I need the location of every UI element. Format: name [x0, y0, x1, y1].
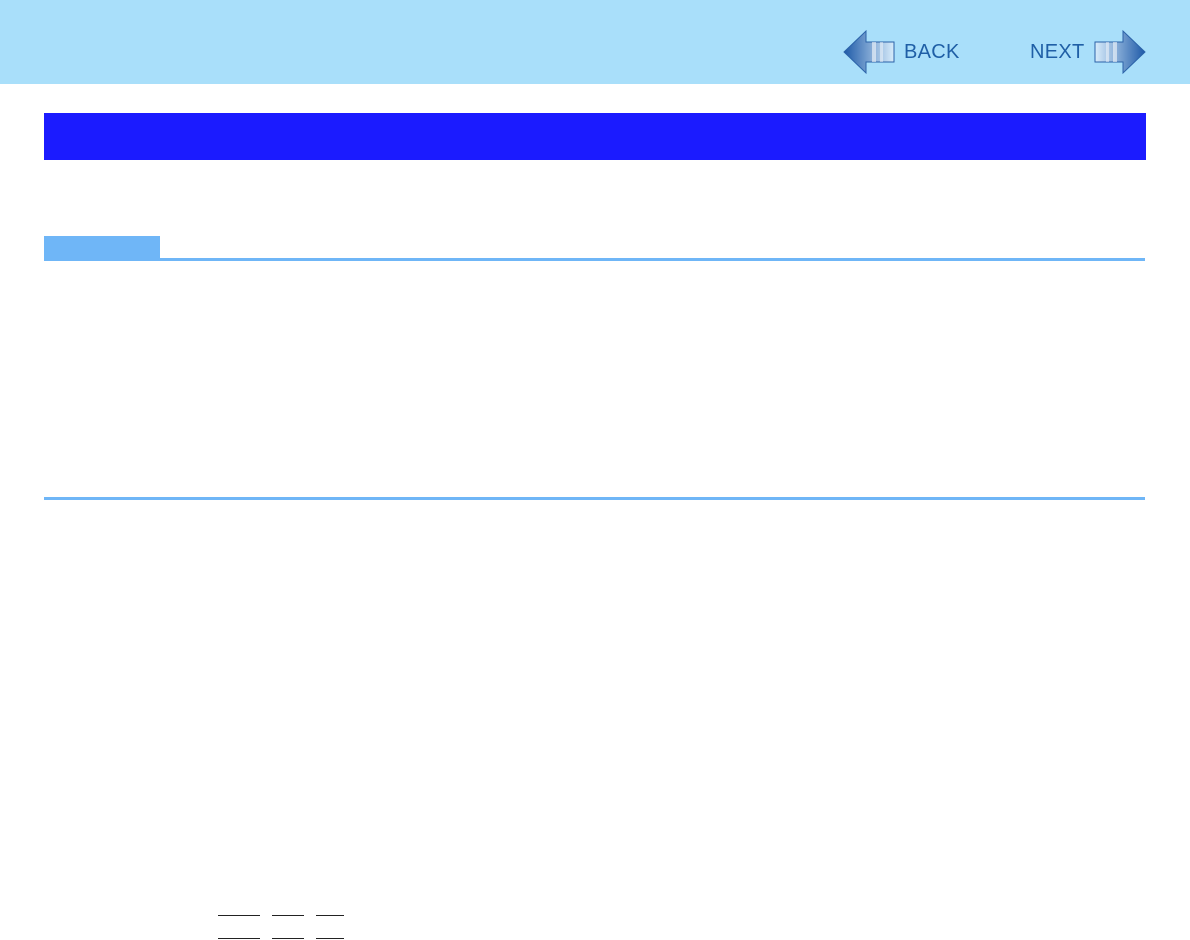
arrow-right-icon [1093, 29, 1147, 75]
back-button[interactable]: BACK [842, 28, 960, 76]
key-underline [218, 915, 260, 916]
key-underline [218, 938, 260, 939]
note-top-rule [44, 258, 1145, 261]
key-underline [316, 915, 344, 916]
back-label: BACK [904, 40, 960, 63]
top-navigation-bar: BACK NEXT [0, 0, 1190, 84]
note-tab [44, 236, 160, 258]
key-underline [272, 915, 304, 916]
next-label: NEXT [1030, 40, 1085, 63]
key-underline [316, 938, 344, 939]
section-title-bar [44, 113, 1146, 160]
next-button[interactable]: NEXT [1030, 28, 1147, 76]
key-underline [272, 938, 304, 939]
note-bottom-rule [44, 497, 1145, 500]
arrow-left-icon [842, 29, 896, 75]
